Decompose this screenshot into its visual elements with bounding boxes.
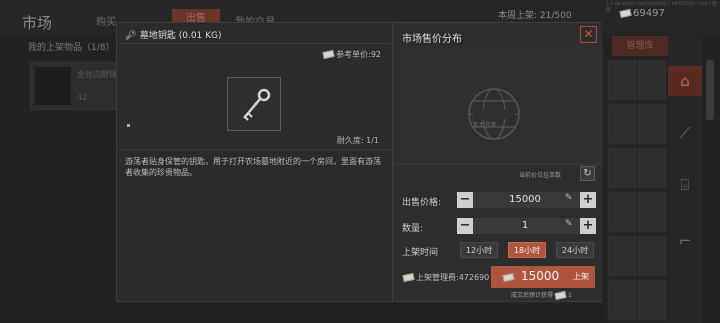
listing-fee-value: 472690 bbox=[458, 273, 490, 282]
item-header: 🔑︎ 墓地钥匙 (0.01 KG) bbox=[125, 28, 222, 44]
reference-price-value: 92 bbox=[370, 50, 381, 59]
duration-label: 上架时间 bbox=[402, 248, 439, 258]
reference-price-label: 参考单价: bbox=[336, 50, 371, 59]
duration-18h-button[interactable]: 18小时 bbox=[508, 242, 546, 258]
durability: 耐久度: 1/1 bbox=[337, 135, 379, 146]
item-description: 游荡者贴身保管的钥匙，用于打开农场墓地附近的一个房间，里面有游荡者收集的珍贵物品… bbox=[125, 157, 381, 177]
price-input[interactable]: 15000 bbox=[475, 192, 575, 208]
key-item-icon bbox=[243, 88, 271, 121]
listing-fee-label: 上架管理费: bbox=[416, 273, 459, 282]
inventory-cell[interactable] bbox=[638, 104, 666, 144]
quantity-label: 数量: bbox=[402, 224, 424, 234]
listing-fee: 上架管理费:472690 bbox=[402, 272, 490, 283]
price-stepper: − 15000 ✎ + bbox=[457, 192, 596, 208]
key-icon: 🔑︎ bbox=[125, 31, 137, 41]
sell-item-dialog: 🔑︎ 墓地钥匙 (0.01 KG) 参考单价:92 耐久度: 1/1 游荡者贴身… bbox=[116, 22, 603, 302]
pencil-icon[interactable]: ✎ bbox=[565, 193, 573, 203]
inventory-cell[interactable] bbox=[608, 60, 636, 100]
durability-label: 耐久度: bbox=[336, 136, 364, 145]
home-icon[interactable]: ⌂ bbox=[668, 66, 702, 96]
inventory-cell[interactable] bbox=[638, 236, 666, 276]
divider bbox=[117, 149, 391, 150]
expected-income-label: 成交后预计获得 bbox=[511, 292, 554, 299]
cash-icon bbox=[502, 272, 515, 283]
duration-24h-button[interactable]: 24小时 bbox=[556, 242, 594, 258]
market-panel: 市场售价分布 ✕ 暂无列表 当前价位挂单数 ↻ 出售价格: − 15000 ✎ … bbox=[392, 23, 603, 301]
quantity-plus-button[interactable]: + bbox=[580, 218, 596, 234]
listed-item-card[interactable]: 金丝边眼镜 42 bbox=[30, 62, 120, 110]
cash-icon bbox=[402, 272, 415, 283]
coin-balance: 69497 bbox=[619, 8, 665, 19]
cash-icon bbox=[322, 49, 335, 60]
listed-item-price: 42 bbox=[77, 93, 88, 102]
expected-income: 成交后预计获得 1 bbox=[511, 290, 572, 301]
coin-balance-value: 69497 bbox=[633, 8, 665, 19]
quantity-minus-button[interactable]: − bbox=[457, 218, 473, 234]
duration-12h-button[interactable]: 12小时 bbox=[460, 242, 498, 258]
price-minus-button[interactable]: − bbox=[457, 192, 473, 208]
list-button-label: 上架 bbox=[573, 272, 589, 281]
tab-buy[interactable]: 购买 bbox=[96, 13, 116, 28]
list-button-price: 15000 bbox=[521, 269, 560, 283]
lowest-price-hint: 当前价位挂单数 bbox=[519, 172, 562, 179]
status-dot bbox=[127, 124, 130, 127]
distribution-title: 市场售价分布 bbox=[402, 34, 462, 45]
no-data-text: 暂无列表 bbox=[473, 122, 498, 128]
durability-value: 1/1 bbox=[366, 136, 379, 145]
market-title: 市场 bbox=[22, 14, 53, 32]
inventory-cell[interactable] bbox=[638, 192, 666, 232]
cash-icon bbox=[619, 8, 632, 18]
reference-price: 参考单价:92 bbox=[322, 49, 381, 60]
weekly-listed-count: 本周上架: 21/500 bbox=[498, 11, 572, 21]
list-item-button[interactable]: 15000 上架 bbox=[491, 266, 595, 288]
inventory-cell[interactable] bbox=[638, 280, 666, 320]
my-listed-items-title: 我的上架物品（1/8） bbox=[28, 43, 115, 53]
inventory-cell[interactable] bbox=[608, 192, 636, 232]
cash-icon bbox=[554, 290, 567, 301]
expected-income-value: 1 bbox=[567, 292, 572, 299]
price-label: 出售价格: bbox=[402, 198, 442, 208]
quantity-input[interactable]: 1 bbox=[475, 218, 575, 234]
divider bbox=[117, 43, 391, 44]
refresh-button[interactable]: ↻ bbox=[580, 166, 595, 181]
price-plus-button[interactable]: + bbox=[580, 192, 596, 208]
pistol-icon[interactable]: ⌐ bbox=[676, 232, 694, 250]
item-thumbnail bbox=[35, 67, 71, 105]
listed-item-name: 金丝边眼镜 bbox=[77, 70, 117, 79]
price-distribution-chart: 暂无列表 bbox=[393, 45, 603, 165]
inventory-cell[interactable] bbox=[608, 104, 636, 144]
scrollbar[interactable] bbox=[706, 60, 714, 120]
inventory-grid bbox=[606, 60, 668, 322]
close-button[interactable]: ✕ bbox=[580, 26, 597, 43]
inventory-cell[interactable] bbox=[638, 60, 666, 100]
basket-icon[interactable]: ⌺ bbox=[676, 176, 694, 194]
category-sidebar: ⌂ ⟋ ⌺ ⌐ bbox=[668, 36, 702, 323]
item-info-panel: 🔑︎ 墓地钥匙 (0.01 KG) 参考单价:92 耐久度: 1/1 游荡者贴身… bbox=[117, 23, 391, 301]
item-name: 墓地钥匙 (0.01 KG) bbox=[139, 31, 222, 41]
inventory-cell[interactable] bbox=[608, 148, 636, 188]
item-preview bbox=[227, 77, 281, 131]
quantity-stepper: − 1 ✎ + bbox=[457, 218, 596, 234]
manage-tab[interactable]: 管理库 bbox=[612, 36, 668, 56]
knife-icon[interactable]: ⟋ bbox=[676, 124, 694, 142]
inventory-cell[interactable] bbox=[638, 148, 666, 188]
globe-icon bbox=[468, 88, 520, 140]
divider bbox=[393, 164, 603, 165]
inventory-cell[interactable] bbox=[608, 236, 636, 276]
inventory-cell[interactable] bbox=[608, 280, 636, 320]
pencil-icon[interactable]: ✎ bbox=[565, 219, 573, 229]
